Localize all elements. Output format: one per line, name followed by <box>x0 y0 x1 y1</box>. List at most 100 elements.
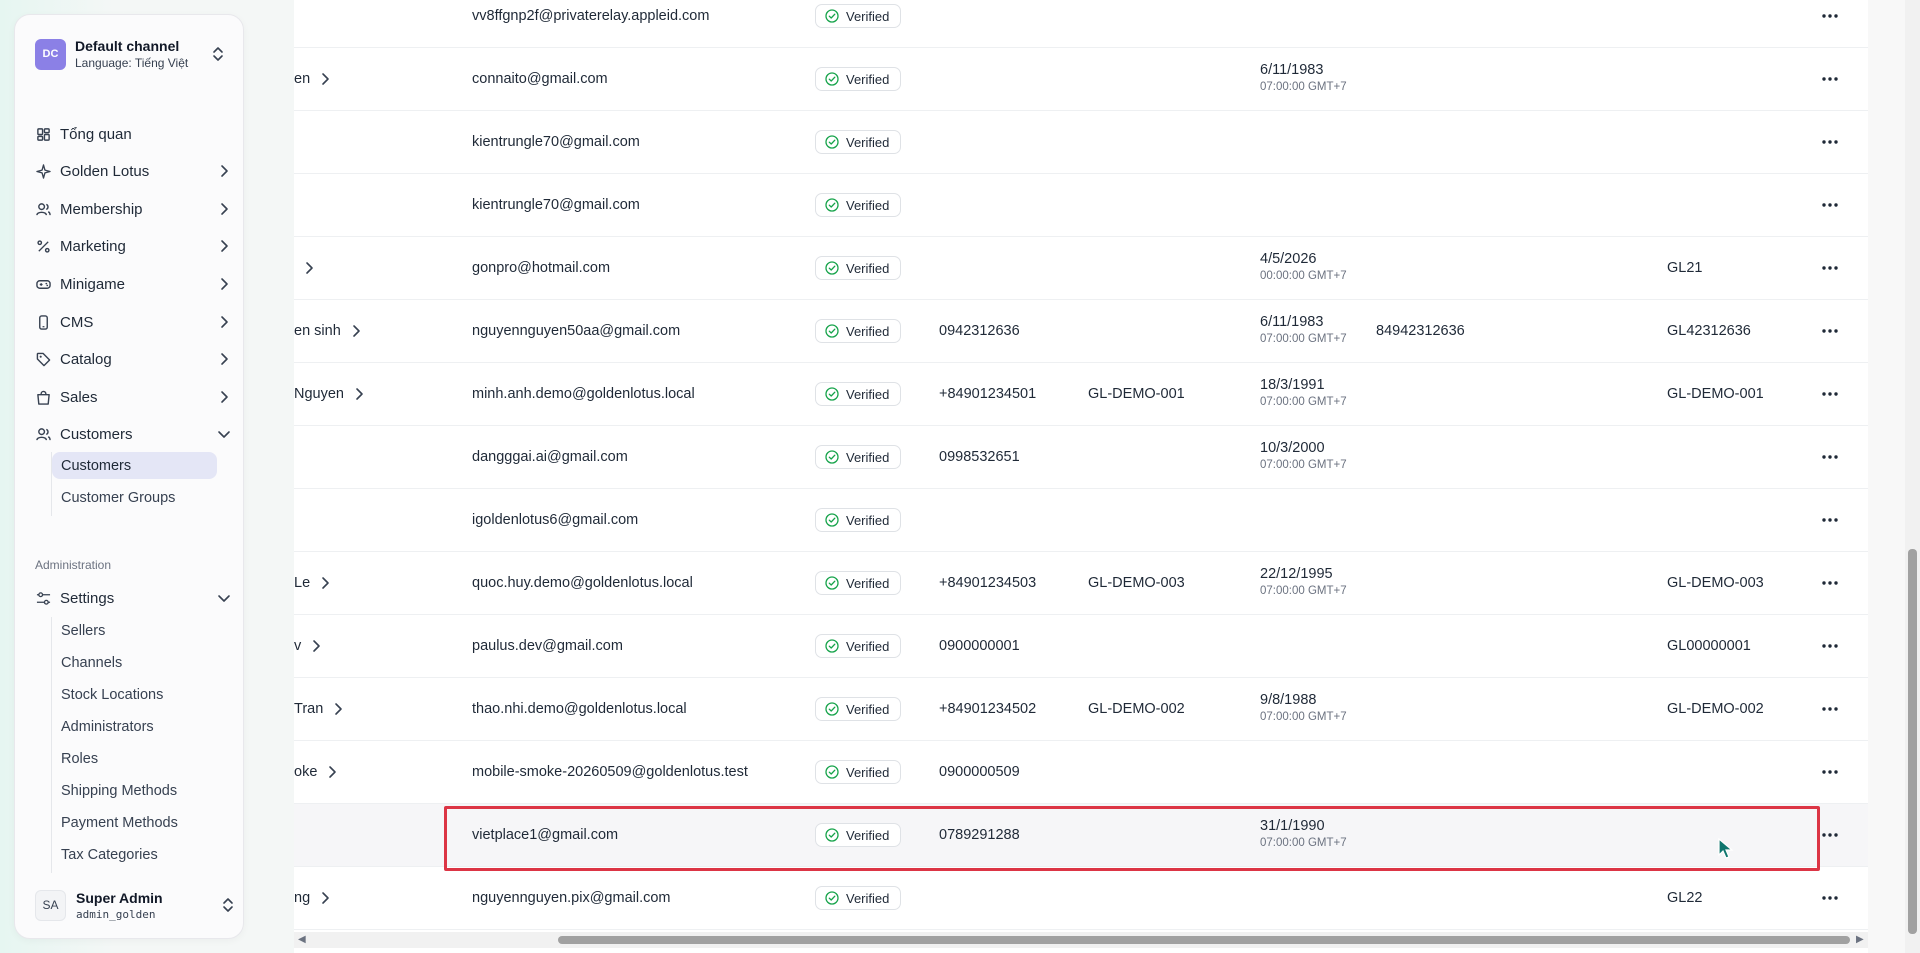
table-row[interactable]: en sinh nguyennguyen50aa@gmail.com Verifie… <box>294 300 1868 363</box>
sidebar-item-label: Tổng quan <box>60 125 132 143</box>
row-actions-button[interactable] <box>1820 825 1840 845</box>
sidebar-item-cms[interactable]: CMS <box>35 307 235 337</box>
sidebar-subitem-stock-locations[interactable]: Stock Locations <box>52 681 217 708</box>
table-row[interactable]: v paulus.dev@gmail.com Verified 0900000001 G… <box>294 615 1868 678</box>
vertical-scrollbar[interactable] <box>1905 0 1920 953</box>
sidebar-item-minigame[interactable]: Minigame <box>35 269 235 299</box>
chevron-right-icon <box>352 325 360 337</box>
sidebar-subitem-tax-categories[interactable]: Tax Categories <box>52 841 217 868</box>
sidebar: DC Default channel Language: Tiếng Việt … <box>14 14 244 939</box>
sidebar-item-sales[interactable]: Sales <box>35 382 235 412</box>
scroll-right-icon[interactable]: ▶ <box>1856 934 1864 945</box>
row-actions-button[interactable] <box>1820 573 1840 593</box>
table-row[interactable]: Nguyen minh.anh.demo@goldenlotus.local Ver… <box>294 363 1868 426</box>
customer-name-link[interactable] <box>294 261 320 275</box>
customer-email: mobile-smoke-20260509@goldenlotus.test <box>472 764 748 780</box>
more-horizontal-icon <box>1822 833 1838 837</box>
customer-email: paulus.dev@gmail.com <box>472 638 623 654</box>
table-row[interactable]: Tran thao.nhi.demo@goldenlotus.local Verif… <box>294 678 1868 741</box>
sidebar-subitem-shipping-methods[interactable]: Shipping Methods <box>52 777 217 804</box>
row-actions-button[interactable] <box>1820 888 1840 908</box>
table-row[interactable]: vv8ffgnp2f@privaterelay.appleid.com Verif… <box>294 0 1868 48</box>
row-actions-button[interactable] <box>1820 195 1840 215</box>
channel-language: Language: Tiếng Việt <box>75 56 189 70</box>
check-circle-icon <box>825 387 839 401</box>
settings-icon <box>35 590 51 606</box>
customer-member-code: GL-DEMO-002 <box>1667 701 1764 717</box>
sidebar-subitem-roles[interactable]: Roles <box>52 745 217 772</box>
sidebar-item-golden-lotus[interactable]: Golden Lotus <box>35 156 235 186</box>
horizontal-scrollbar[interactable]: ◀ ▶ <box>294 932 1868 948</box>
sidebar-item-settings[interactable]: Settings <box>35 583 235 613</box>
status-badge: Verified <box>815 67 902 91</box>
check-circle-icon <box>825 702 839 716</box>
table-row[interactable]: gonpro@hotmail.com Verified 4/5/2026 00:00:… <box>294 237 1868 300</box>
table-row[interactable]: oke mobile-smoke-20260509@goldenlotus.tes… <box>294 741 1868 804</box>
sidebar-subitem-channels[interactable]: Channels <box>52 649 217 676</box>
customer-name-link[interactable]: Tran <box>294 701 349 717</box>
sidebar-item-membership[interactable]: Membership <box>35 194 235 224</box>
sidebar-subitem-customers[interactable]: Customers <box>52 452 217 479</box>
sidebar-item-customers[interactable]: Customers <box>35 419 235 449</box>
row-actions-button[interactable] <box>1820 6 1840 26</box>
sidebar-subitem-administrators[interactable]: Administrators <box>52 713 217 740</box>
sidebar-item-tong-quan[interactable]: Tổng quan <box>35 119 235 149</box>
sidebar-subitem-customer-groups[interactable]: Customer Groups <box>52 484 217 511</box>
row-actions-button[interactable] <box>1820 699 1840 719</box>
sparkle-icon <box>35 163 51 179</box>
customer-phone: 0900000001 <box>939 638 1020 654</box>
table-row[interactable]: Le quoc.huy.demo@goldenlotus.local Verifie… <box>294 552 1868 615</box>
customer-phone: 0900000509 <box>939 764 1020 780</box>
vertical-scrollbar-thumb[interactable] <box>1908 549 1917 934</box>
check-circle-icon <box>825 9 839 23</box>
customer-member-code: GL-DEMO-003 <box>1667 575 1764 591</box>
customer-name-link[interactable]: oke <box>294 764 343 780</box>
chevron-right-icon <box>335 703 343 715</box>
table-row[interactable]: ng nguyennguyen.pix@gmail.com Verified GL22 <box>294 867 1868 930</box>
row-actions-button[interactable] <box>1820 447 1840 467</box>
customer-code: GL-DEMO-003 <box>1088 575 1185 591</box>
customer-name-link[interactable]: Le <box>294 575 336 591</box>
row-actions-button[interactable] <box>1820 636 1840 656</box>
horizontal-scrollbar-thumb[interactable] <box>558 936 1850 944</box>
customer-name-link[interactable]: v <box>294 638 327 654</box>
customer-email: kientrungle70@gmail.com <box>472 197 640 213</box>
customer-phone: +84901234503 <box>939 575 1037 591</box>
scroll-left-icon[interactable]: ◀ <box>298 934 306 945</box>
more-horizontal-icon <box>1822 455 1838 459</box>
row-actions-button[interactable] <box>1820 258 1840 278</box>
table-row[interactable]: igoldenlotus6@gmail.com Verified <box>294 489 1868 552</box>
sidebar-item-catalog[interactable]: Catalog <box>35 344 235 374</box>
sidebar-item-label: Catalog <box>60 350 112 368</box>
status-badge: Verified <box>815 760 902 784</box>
table-row[interactable]: dangggai.ai@gmail.com Verified 0998532651 1… <box>294 426 1868 489</box>
sidebar-subitem-sellers[interactable]: Sellers <box>52 617 217 644</box>
row-actions-button[interactable] <box>1820 510 1840 530</box>
table-row[interactable]: kientrungle70@gmail.com Verified <box>294 111 1868 174</box>
row-actions-button[interactable] <box>1820 384 1840 404</box>
row-actions-button[interactable] <box>1820 762 1840 782</box>
customer-name-link[interactable]: ng <box>294 890 336 906</box>
user-handle: admin_golden <box>76 907 156 921</box>
customer-name-link[interactable]: en <box>294 71 336 87</box>
more-horizontal-icon <box>1822 203 1838 207</box>
chevron-right-icon <box>221 165 228 177</box>
row-actions-button[interactable] <box>1820 321 1840 341</box>
channel-switcher[interactable]: DC Default channel Language: Tiếng Việt <box>35 34 225 74</box>
status-badge: Verified <box>815 193 902 217</box>
check-circle-icon <box>825 135 839 149</box>
table-row[interactable]: vietplace1@gmail.com Verified 0789291288 31… <box>294 804 1868 867</box>
check-circle-icon <box>825 765 839 779</box>
customer-phone: 0998532651 <box>939 449 1020 465</box>
table-row[interactable]: en connaito@gmail.com Verified 6/11/1983 07:… <box>294 48 1868 111</box>
sidebar-item-marketing[interactable]: Marketing <box>35 231 235 261</box>
sidebar-subitem-payment-methods[interactable]: Payment Methods <box>52 809 217 836</box>
customer-name-link[interactable]: en sinh <box>294 323 367 339</box>
customer-name-link[interactable]: Nguyen <box>294 386 370 402</box>
user-menu[interactable]: SA Super Admin admin_golden <box>35 885 235 925</box>
more-horizontal-icon <box>1822 644 1838 648</box>
tag-icon <box>35 351 51 367</box>
table-row[interactable]: kientrungle70@gmail.com Verified <box>294 174 1868 237</box>
row-actions-button[interactable] <box>1820 132 1840 152</box>
row-actions-button[interactable] <box>1820 69 1840 89</box>
